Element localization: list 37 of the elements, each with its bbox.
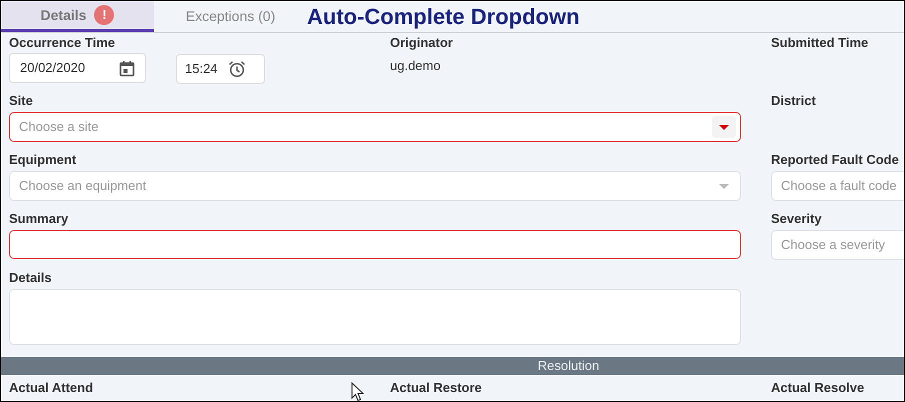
dropdown-field[interactable]: Choose a fault code — [771, 171, 904, 201]
field-label: Originator — [390, 35, 453, 51]
dropdown-field[interactable]: Choose a severity — [771, 230, 904, 260]
dropdown-arrow-icon — [719, 124, 729, 130]
dropdown-arrow-icon — [719, 184, 729, 188]
tab[interactable]: Details ! — [1, 1, 154, 32]
field-label: Summary — [9, 211, 68, 227]
field-label: Details — [9, 270, 52, 286]
mouse-pointer-icon — [351, 382, 364, 401]
text-field[interactable] — [9, 230, 741, 259]
field-label: District — [771, 93, 816, 109]
placeholder-text: Choose a severity — [781, 236, 886, 254]
calendar-icon — [119, 60, 135, 76]
section-title: Resolution — [538, 357, 600, 376]
placeholder-text: Choose a fault code — [781, 177, 897, 196]
date-value: 20/02/2020 — [20, 59, 86, 78]
field-label: Actual Resolve — [771, 380, 864, 396]
placeholder-text: Choose an equipment — [19, 177, 146, 196]
field-label: Reported Fault Code — [771, 152, 899, 168]
field-label: Occurrence Time — [9, 35, 115, 51]
alert-badge: ! — [94, 5, 114, 25]
placeholder-text: Choose a site — [19, 118, 98, 136]
tab[interactable]: Exceptions (0) — [154, 1, 307, 32]
time-field[interactable]: 15:24 — [176, 54, 265, 84]
originator-value: ug.demo — [390, 57, 442, 75]
field-label: Submitted Time — [771, 35, 868, 51]
field-label: Equipment — [9, 152, 76, 168]
dropdown-field[interactable]: Choose a site — [9, 112, 741, 142]
window-title: Auto-Complete Dropdown — [307, 3, 580, 31]
field-label: Actual Restore — [390, 380, 482, 396]
field-label: Site — [9, 93, 33, 109]
date-field[interactable]: 20/02/2020 — [9, 53, 146, 83]
field-label: Severity — [771, 211, 822, 227]
alarm-clock-icon — [228, 60, 246, 78]
field-label: Actual Attend — [9, 380, 94, 396]
dropdown-field[interactable]: Choose an equipment — [9, 171, 741, 201]
time-value: 15:24 — [185, 60, 218, 78]
